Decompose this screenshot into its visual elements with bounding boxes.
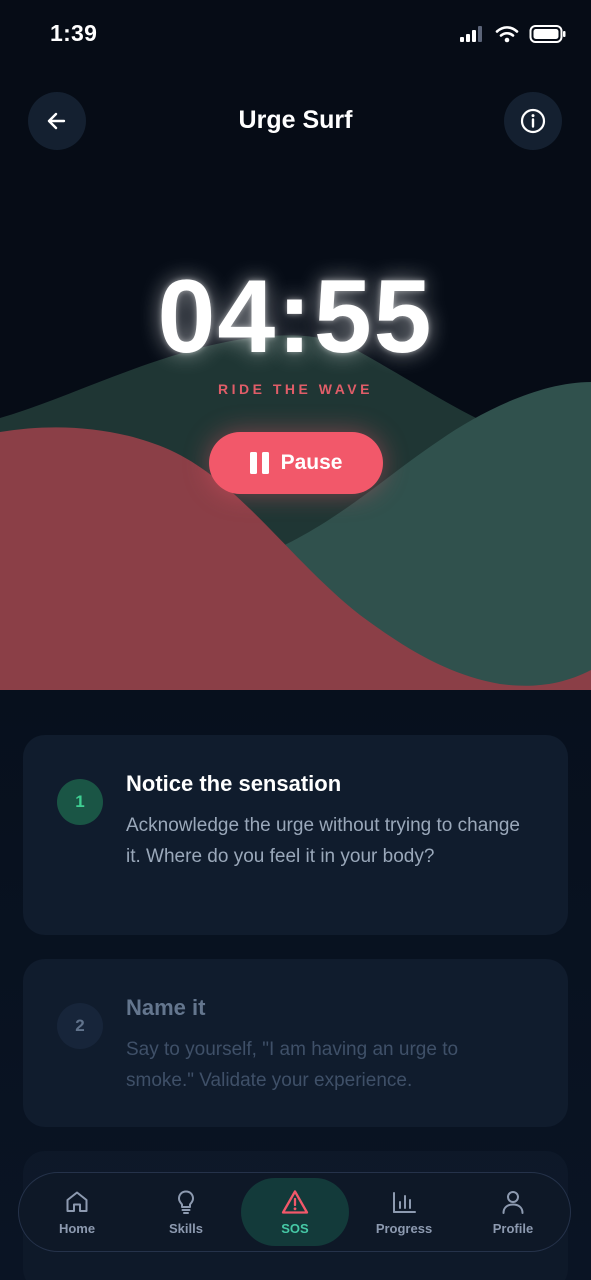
nav-item-sos[interactable]: SOS <box>241 1178 349 1246</box>
step-number-badge: 2 <box>57 1003 103 1049</box>
step-card[interactable]: 2 Name it Say to yourself, "I am having … <box>23 959 568 1127</box>
countdown-timer: 04:55 <box>157 259 434 375</box>
nav-item-profile[interactable]: Profile <box>458 1173 568 1251</box>
pause-icon <box>249 452 269 474</box>
nav-label: Skills <box>169 1220 203 1236</box>
battery-icon <box>529 25 566 43</box>
timer-caption: RIDE THE WAVE <box>218 381 373 397</box>
nav-item-progress[interactable]: Progress <box>349 1173 459 1251</box>
info-button[interactable] <box>504 92 562 150</box>
bar-chart-icon <box>393 1191 416 1213</box>
home-icon <box>66 1191 88 1212</box>
status-icons <box>459 24 567 44</box>
pause-label: Pause <box>280 451 343 474</box>
nav-label: Progress <box>375 1220 433 1236</box>
pause-button[interactable]: Pause <box>209 432 383 494</box>
nav-item-home[interactable]: Home <box>22 1173 132 1251</box>
nav-label: Profile <box>492 1220 534 1236</box>
step-description: Say to yourself, "I am having an urge to… <box>126 1039 459 1091</box>
wave-hero: Urge Surf 04:55 RIDE THE WAVE Pause <box>0 0 591 690</box>
nav-label: SOS <box>281 1220 309 1236</box>
page-title: Urge Surf <box>238 106 353 134</box>
step-description: Acknowledge the urge without trying to c… <box>126 815 520 867</box>
bottom-nav: Home Skills SOS Progress Profile <box>18 1172 571 1252</box>
lightbulb-icon <box>178 1190 194 1214</box>
step-number-badge: 1 <box>57 779 103 825</box>
warning-triangle-icon <box>281 1189 309 1214</box>
signal-icon <box>460 26 482 42</box>
step-card[interactable]: 1 Notice the sensation Acknowledge the u… <box>23 735 568 935</box>
info-circle-icon <box>520 108 546 134</box>
wifi-icon <box>495 26 519 43</box>
status-bar: 1:39 <box>0 0 591 72</box>
nav-label: Home <box>58 1220 96 1236</box>
step-title: Notice the sensation <box>126 771 342 796</box>
nav-item-skills[interactable]: Skills <box>131 1173 241 1251</box>
status-time: 1:39 <box>50 20 98 46</box>
step-title: Name it <box>126 995 206 1020</box>
user-icon <box>502 1190 524 1214</box>
header-bar: Urge Surf <box>0 92 591 150</box>
urge-surf-screen: Urge Surf 04:55 RIDE THE WAVE Pause 1 No… <box>0 0 591 1280</box>
